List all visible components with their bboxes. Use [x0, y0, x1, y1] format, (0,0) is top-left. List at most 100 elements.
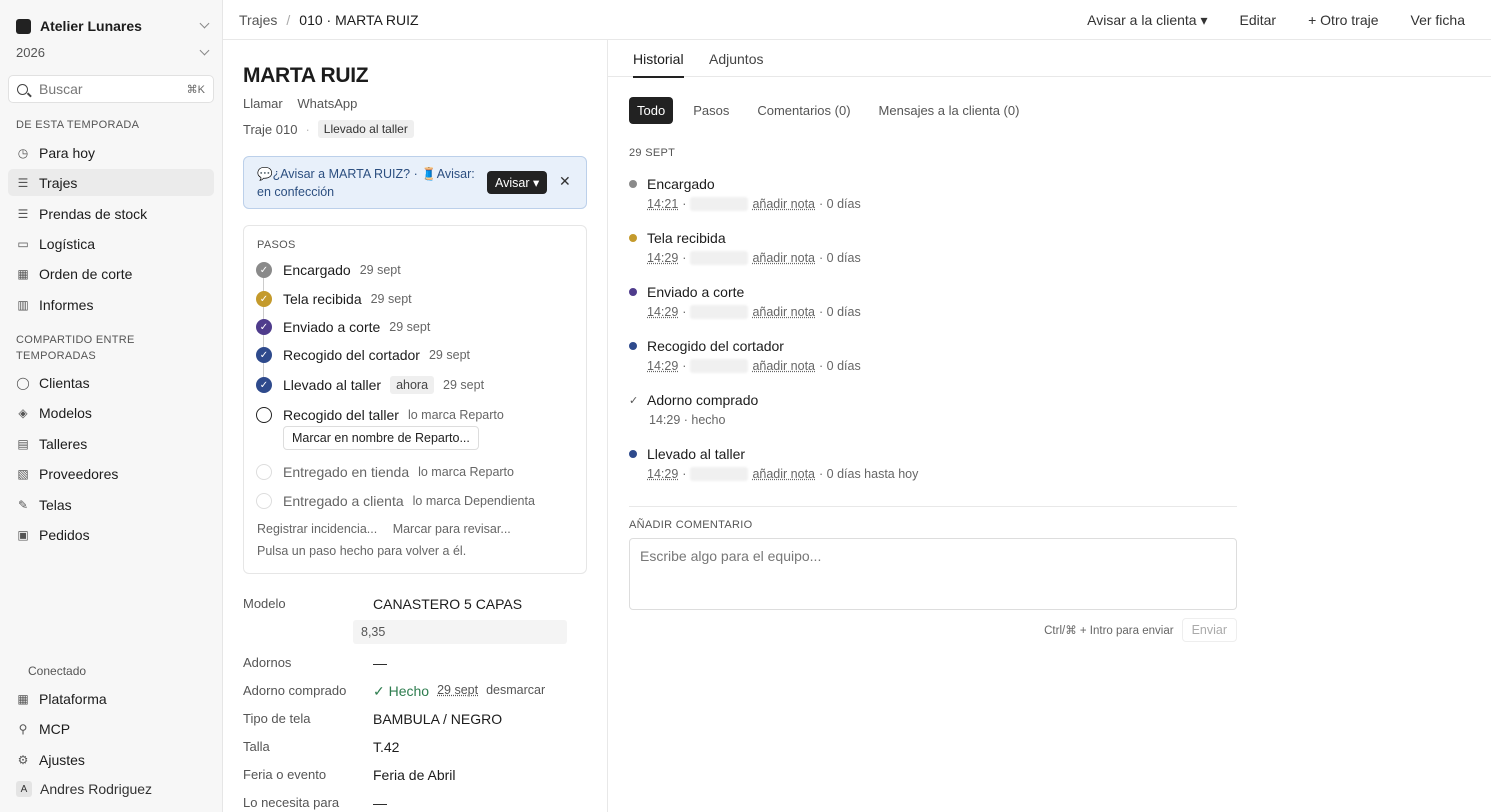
plug-icon: ⚲: [18, 721, 28, 736]
field-value[interactable]: —: [373, 655, 387, 671]
sidebar-item-orden-corte[interactable]: ▦ Orden de corte: [8, 260, 214, 287]
sidebar-item-ajustes[interactable]: ⚙ Ajustes: [8, 746, 214, 773]
connection-status: Conectado: [28, 664, 87, 678]
view-sheet-button[interactable]: Ver ficha: [1411, 12, 1465, 29]
price-field[interactable]: 8,35: [353, 620, 567, 644]
filter-pasos[interactable]: Pasos: [685, 97, 737, 124]
edit-button[interactable]: Editar: [1240, 12, 1277, 29]
tab-historial[interactable]: Historial: [633, 51, 684, 78]
add-note-link[interactable]: añadir nota: [752, 467, 815, 481]
sidebar-item-clientas[interactable]: ◯ Clientas: [8, 369, 214, 396]
event-time[interactable]: 14:29: [647, 305, 678, 319]
user-menu[interactable]: A Andres Rodriguez: [16, 781, 152, 797]
register-incident-link[interactable]: Registrar incidencia...: [257, 522, 377, 536]
status-badge: Llevado al taller: [317, 120, 414, 138]
event-time[interactable]: 14:29: [647, 359, 678, 373]
year-selector[interactable]: 2026: [16, 45, 210, 61]
sidebar-item-modelos[interactable]: ◈ Modelos: [8, 399, 214, 426]
mark-on-behalf-button[interactable]: Marcar en nombre de Reparto...: [283, 426, 479, 450]
sidebar-item-label: Logística: [39, 235, 96, 252]
field-value[interactable]: T.42: [373, 739, 399, 755]
add-note-link[interactable]: añadir nota: [752, 359, 815, 373]
event-time[interactable]: 14:29: [647, 251, 678, 265]
step-label: Llevado al taller: [283, 377, 382, 393]
suit-separator: ·: [305, 121, 310, 137]
sidebar-item-mcp[interactable]: ⚲ MCP: [8, 715, 214, 742]
sidebar-item-label: Proveedores: [39, 465, 119, 482]
sidebar-item-plataforma[interactable]: ▦ Plataforma: [8, 685, 214, 712]
event-title: Adorno comprado: [647, 392, 759, 408]
step-llevado-taller[interactable]: ✓ Llevado al taller ahora 29 sept: [256, 375, 484, 395]
stack-icon: ☰: [17, 206, 29, 221]
check-icon: ✓: [256, 319, 272, 335]
add-note-link[interactable]: añadir nota: [752, 197, 815, 211]
send-hint: Ctrl/⌘ + Intro para enviar: [1044, 625, 1174, 637]
workspace-switcher[interactable]: Atelier Lunares: [16, 17, 210, 35]
whatsapp-link[interactable]: WhatsApp: [297, 96, 357, 111]
sidebar-item-trajes[interactable]: ☰ Trajes: [8, 169, 214, 196]
new-suit-button[interactable]: + Otro traje: [1308, 12, 1378, 29]
step-tela-recibida[interactable]: ✓ Tela recibida 29 sept: [256, 289, 412, 309]
sidebar-item-label: Prendas de stock: [39, 205, 148, 222]
field-value[interactable]: Feria de Abril: [373, 767, 455, 783]
grid-icon: ▦: [17, 266, 29, 281]
notify-button[interactable]: Avisar ▾: [487, 171, 548, 194]
filter-todo[interactable]: Todo: [629, 97, 674, 124]
event-title: Encargado: [647, 176, 715, 192]
sidebar-item-telas[interactable]: ✎ Telas: [8, 491, 214, 518]
add-note-link[interactable]: añadir nota: [752, 305, 815, 319]
check-icon: ✓: [256, 377, 272, 393]
comment-input[interactable]: Escribe algo para el equipo...: [629, 538, 1237, 610]
meta-separator: ·: [682, 197, 687, 211]
sidebar-item-proveedores[interactable]: ▧ Proveedores: [8, 460, 214, 487]
event-title: Enviado a corte: [647, 284, 745, 300]
step-entregado-clienta: Entregado a clienta lo marca Dependienta: [256, 491, 535, 511]
event-enviado-corte: Enviado a corte 14:29 · añadir nota · 0 día…: [629, 284, 1249, 319]
breadcrumb-separator: /: [286, 12, 291, 28]
close-icon[interactable]: ✕: [559, 173, 571, 190]
search-input[interactable]: Buscar ⌘K: [8, 75, 214, 103]
field-value[interactable]: —: [373, 795, 387, 811]
step-recogido-taller[interactable]: Recogido del taller lo marca Reparto: [256, 405, 504, 425]
step-enviado-corte[interactable]: ✓ Enviado a corte 29 sept: [256, 317, 430, 337]
step-date: 29 sept: [389, 320, 431, 334]
field-adorno-comprado: Adorno comprado ✓ Hecho 29 sept desmarcar: [243, 683, 545, 700]
add-note-link[interactable]: añadir nota: [752, 251, 815, 265]
notify-client-button[interactable]: Avisar a la clienta ▾: [1087, 12, 1207, 29]
mark-review-link[interactable]: Marcar para revisar...: [393, 522, 511, 536]
event-days: · 0 días: [819, 305, 861, 319]
sidebar-item-talleres[interactable]: ▤ Talleres: [8, 430, 214, 457]
field-value[interactable]: BAMBULA / NEGRO: [373, 711, 502, 727]
send-button[interactable]: Enviar: [1181, 618, 1237, 642]
step-label: Entregado a clienta: [283, 493, 404, 509]
step-date: 29 sept: [428, 348, 470, 362]
step-encargado[interactable]: ✓ Encargado 29 sept: [256, 260, 401, 280]
sidebar-item-para-hoy[interactable]: ◷ Para hoy: [8, 139, 214, 166]
step-date: 29 sept: [443, 378, 485, 392]
pencil-icon: ✎: [17, 497, 29, 512]
avatar: A: [16, 781, 32, 797]
sidebar-item-informes[interactable]: ▥ Informes: [8, 291, 214, 318]
event-title: Tela recibida: [647, 230, 726, 246]
suit-number: Traje 010: [243, 121, 298, 137]
workspace-name: Atelier Lunares: [40, 18, 142, 34]
sidebar-item-pedidos[interactable]: ▣ Pedidos: [8, 521, 214, 548]
breadcrumb-root[interactable]: Trajes: [239, 12, 277, 28]
sidebar-item-logistica[interactable]: ▭ Logística: [8, 230, 214, 257]
field-value[interactable]: CANASTERO 5 CAPAS: [373, 596, 522, 612]
check-icon: ✓: [629, 394, 639, 407]
event-days: · 0 días: [819, 359, 861, 373]
now-badge: ahora: [390, 376, 435, 394]
filter-comentarios[interactable]: Comentarios (0): [749, 97, 858, 124]
event-time[interactable]: 14:29: [647, 467, 678, 481]
status-dot: [629, 180, 637, 188]
sidebar-item-prendas[interactable]: ☰ Prendas de stock: [8, 200, 214, 227]
event-time[interactable]: 14:21: [647, 197, 678, 211]
unmark-link[interactable]: desmarcar: [486, 683, 545, 700]
redacted-author: [690, 251, 749, 265]
tab-adjuntos[interactable]: Adjuntos: [709, 51, 763, 76]
filter-mensajes[interactable]: Mensajes a la clienta (0): [871, 97, 1028, 124]
step-recogido-cortador[interactable]: ✓ Recogido del cortador 29 sept: [256, 345, 470, 365]
meta-separator: ·: [682, 359, 687, 373]
call-link[interactable]: Llamar: [243, 96, 283, 111]
